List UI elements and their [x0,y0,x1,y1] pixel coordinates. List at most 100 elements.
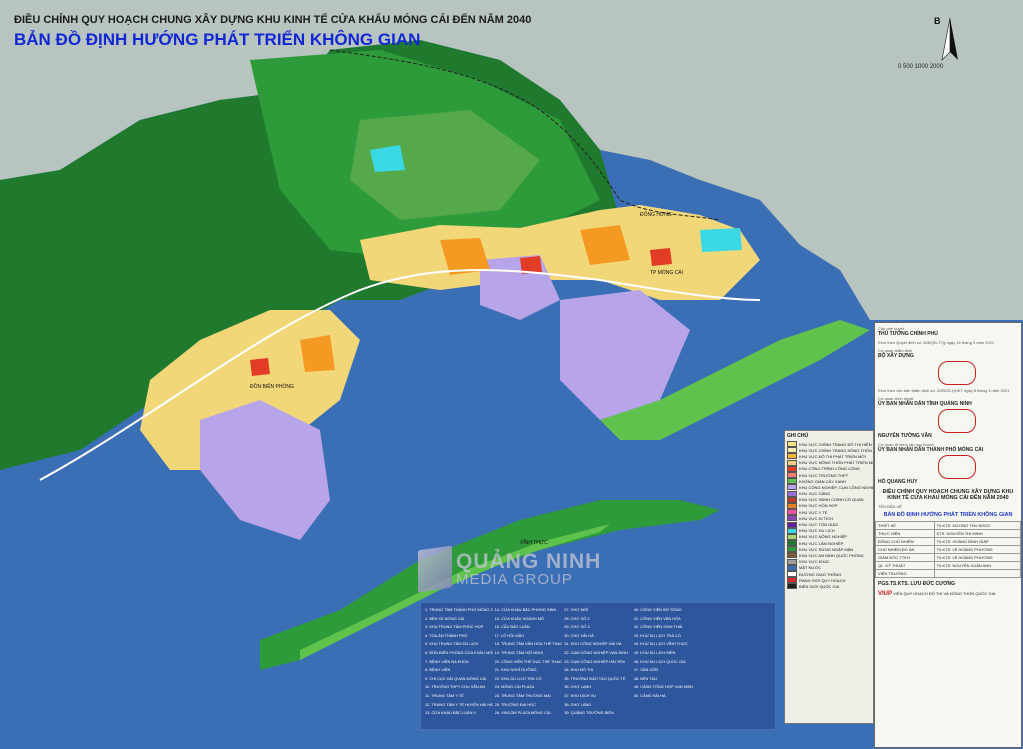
notes-list: 1. TRUNG TÂM THÀNH PHỐ MÓNG CÁI 2. BẾN XE… [420,602,776,730]
legend-label: KHU VỰC CẢNG [799,491,831,497]
viup-logo-icon: VIUP [878,591,893,597]
legend-label: KHU VỰC HỖN HỢP [799,503,838,509]
map-label: TÊN BẢN VẼ [878,504,902,509]
project-name: ĐIỀU CHỈNH QUY HOẠCH CHUNG XÂY DỰNG KHU … [882,489,1014,501]
legend-item: KHU VỰC HÀNH CHÍNH CÔ QUAN [785,496,873,503]
legend-label: KHU VỰC NÔNG NGHIỆP [799,534,848,540]
note-item: 21. KHU NGHỈ DƯỠNG [494,667,537,673]
legend-header: GHI CHÚ [787,433,809,439]
note-item: 7. BỆNH VIỆN ĐA KHOA [425,658,469,664]
approver: THỦ TƯỚNG CHÍNH PHỦ [878,331,938,337]
staff-row: QL. KỸ THUẬT Th.KTS. NGUYỄN XUÂN ANH [875,561,1021,570]
legend-label: KHU VỰC CHỈNH TRANG ĐÔ THỊ HIỆN TRẠNG [799,441,873,447]
staff-role: THỰC HIỆN [875,529,935,538]
legend-label: KHU VỰC HÀNH CHÍNH CÔ QUAN [799,497,864,503]
place-label: ĐÔNG HƯNG [640,212,672,218]
viup-name: VIỆN QUY HOẠCH ĐÔ THỊ VÀ NÔNG THÔN QUỐC … [893,591,996,596]
watermark-line2: MEDIA GROUP [456,570,573,588]
note-item: 4. TÒA ÁN THÀNH PHỐ [425,632,468,638]
legend-swatch [787,521,797,528]
staff-row: CHỦ NHIỆM ĐỒ ÁN Th.KTS. LÊ HOÀNG PHƯƠNG [875,545,1021,554]
stamp-icon [938,409,976,433]
watermark-line1: QUẢNG NINH [456,549,602,573]
viup-block: VIUP VIỆN QUY HOẠCH ĐÔ THỊ VÀ NÔNG THÔN … [875,591,1021,597]
staff-role: ĐÔNG CHỦ NHIỆM [875,537,935,546]
note-item: 50. CẢNG HẢI HÀ [633,692,666,698]
staff-table: THIẾT KẾ Th.KTS. DƯƠNG THU NGỌC THỰC HIỆN K… [875,521,1021,578]
note-item: 18. TRUNG TÂM VĂN HÓA THỂ THAO [494,641,563,647]
note-item: 10. TRƯỜNG THPT CHU VĂN AN [425,684,486,690]
legend-label: KHU VỰC DI TÍCH [799,515,834,521]
note-item: 14. CỬA KHẨU BẮC PHONG SINH [494,607,557,612]
note-item: 22. KHU DU LỊCH TRÀ CỔ [494,675,542,681]
note-item: 48. BẾN TÀU [633,675,658,681]
legend-swatch [787,583,797,590]
note-item: 2. BẾN XE MÓNG CÁI [425,615,465,621]
note-item: 24. TRUNG TÂM THƯƠNG MẠI [494,692,551,698]
legend-label: KHU VỰC TRƯỜNG THPT [799,472,849,478]
note-item: 30. CHỢ HẢI HÀ [564,632,594,638]
organizer: ỦY BAN NHÂN DÂN THÀNH PHỐ MÓNG CÁI [878,447,984,453]
legend-swatch [787,496,797,503]
legend-swatch [787,540,797,547]
legend-swatch [787,527,797,534]
map-name: BẢN ĐỒ ĐỊNH HƯỚNG PHÁT TRIỂN KHÔNG GIAN [883,512,1013,518]
decision-text: Kèm theo Quyết định số: 368/QĐ-TTg ngày … [878,340,995,345]
staff-role: QL. KỸ THUẬT [875,561,935,570]
note-item: 11. TRUNG TÂM Y TẾ [425,692,464,698]
legend-swatch [787,509,797,516]
scale-bar: 0 500 1000 2000 [898,64,944,70]
submitter: ỦY BAN NHÂN DÂN TỈNH QUẢNG NINH [878,401,972,407]
legend-item: BIÊN GIỚI QUỐC GIA [785,583,873,590]
note-item: 28. CHỢ SỐ 2 [564,615,590,621]
legend-item: KHU CÔNG NGHIỆP, CỤM CÔNG NGHIỆP [785,484,874,491]
note-item: 26. VINCOM PLAZA MÓNG CÁI [494,710,551,716]
note-item: 32. CỤM CÔNG NGHIỆP VẠN NINH [564,649,628,655]
watermark-logo-icon [418,545,452,593]
note-item: 20. CÔNG VIÊN THỂ DỤC THỂ THAO [494,658,562,664]
legend-swatch [787,552,797,559]
legend-label: KHU VỰC CHỈNH TRANG NÔNG THÔN HIỆN TRẠNG [799,447,873,453]
note-item: 33. CỤM CÔNG NGHIỆP HẢI YÊN [564,658,625,664]
place-label: TP MÓNG CÁI [650,270,683,276]
staff-person: Th.KTS. LÊ HOÀNG PHƯƠNG [933,553,1021,562]
legend-label: KHU VỰC NÔNG THÔN PHÁT TRIỂN MỚI [799,460,874,466]
legend-swatch [787,484,797,491]
legend-label: ĐƯỜNG GIAO THÔNG [799,571,842,577]
staff-role: VIỆN TRƯỞNG [875,569,935,578]
legend-item: KHU CÔNG TRÌNH CÔNG CỘNG [785,465,873,472]
note-item: 3. KHU TRUNG TÂM PHÚC HỢP [425,624,484,630]
staff-row: ĐÔNG CHỦ NHIỆM Th.KTS. HOÀNG ĐÌNH GIÁP [875,537,1021,546]
staff-role: THIẾT KẾ [875,521,935,530]
note-item: 35. TRƯỜNG ĐÀO TẠO QUỐC TẾ [564,675,626,681]
note-item: 37. KHU DỊCH VỤ [564,692,596,698]
legend-swatch [787,459,797,466]
legend-label: KHU VỰC AN NINH QUỐC PHÒNG [799,552,864,558]
note-item: 39. QUẢNG TRƯỜNG BIÊN [564,710,614,716]
legend-label: MẶT NƯỚC [799,565,822,571]
note-item: 15. CỬA KHẨU HOÀNH MÔ [494,615,544,621]
legend-swatch [787,515,797,522]
appraiser: BỘ XÂY DỰNG [878,353,914,359]
legend-item: KHU VỰC CHỈNH TRANG ĐÔ THỊ HIỆN TRẠNG [785,441,873,448]
map-sheet: ĐIỀU CHỈNH QUY HOẠCH CHUNG XÂY DỰNG KHU … [0,0,1023,749]
map-title-main: ĐIỀU CHỈNH QUY HOẠCH CHUNG XÂY DỰNG KHU … [14,14,532,26]
legend-swatch [787,447,797,454]
note-item: 43. KHU DU LỊCH TRÀ CỔ [633,632,681,638]
legend-swatch [787,478,797,485]
note-item: 34. KHU ĐÔ THỊ [564,667,594,673]
staff-role: CHỦ NHIỆM ĐỒ ÁN [875,545,935,554]
legend-item: KHU VỰC ĐÔ THỊ PHÁT TRIỂN MỚI [785,453,873,460]
note-item: 13. CỬA KHẨU BẮC LUÂN II [425,710,476,716]
legend-swatch [787,577,797,584]
organizer-sign: HỒ QUANG HUY [878,479,918,485]
legend: GHI CHÚ KHU VỰC CHỈNH TRANG ĐÔ THỊ HIỆN … [784,430,874,724]
note-item: 27. CHỢ MỚI [564,607,589,612]
legend-swatch [787,564,797,571]
submitter-sign: NGUYỄN TƯỜNG VĂN [878,433,932,439]
staff-person: KTS. NGUYỄN THỊ MINH [933,529,1021,538]
note-item: 38. CHỢ LÀNG [564,701,592,707]
legend-label: KHU VỰC DU LỊCH [799,528,835,534]
legend-label: KHU CÔNG NGHIỆP, CỤM CÔNG NGHIỆP [799,484,874,490]
staff-role: GIÁM ĐỐC TTKH [875,553,935,562]
